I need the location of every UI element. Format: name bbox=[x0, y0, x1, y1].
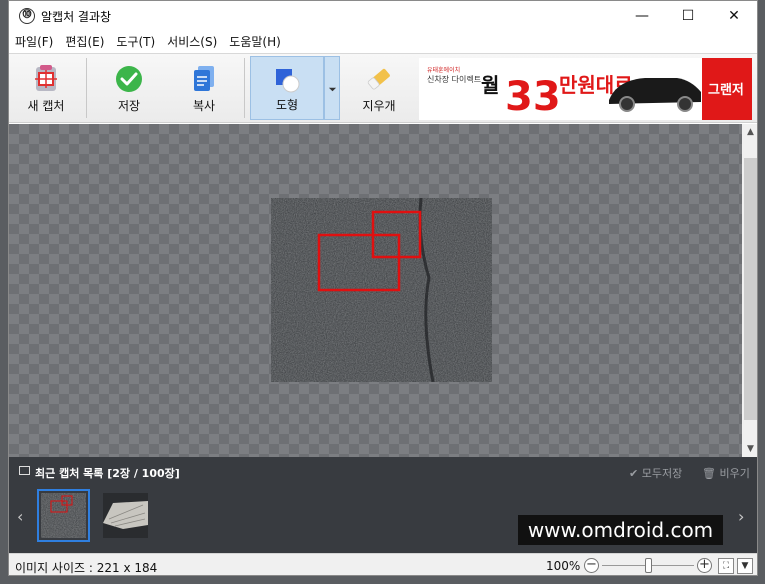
shape-dropdown-button[interactable] bbox=[324, 56, 340, 120]
recent-list-icon bbox=[19, 466, 30, 475]
zoom-in-button[interactable]: + bbox=[697, 558, 712, 573]
checkmark-icon bbox=[116, 66, 142, 92]
thumbnail-strip: ‹ www.omdroid.com › bbox=[9, 483, 757, 553]
save-all-button[interactable]: ✔ 모두저장 bbox=[629, 465, 682, 481]
toolbar: 새 캡처 저장 복사 도형 지우개 유태훈에이치 신차장 다이렉트 월 33 만… bbox=[9, 53, 757, 123]
vertical-scrollbar[interactable]: ▲ ▼ bbox=[742, 124, 757, 457]
recent-header: 최근 캡처 목록 [2장 / 100장] ✔ 모두저장 🗑 비우기 bbox=[9, 457, 757, 483]
new-capture-button[interactable]: 새 캡처 bbox=[13, 56, 79, 120]
window-title: 알캡처 결과창 bbox=[41, 10, 112, 24]
ad-tail: 그랜저 bbox=[708, 82, 744, 98]
capture-canvas[interactable] bbox=[9, 124, 742, 457]
menu-help[interactable]: 도움말(H) bbox=[223, 31, 287, 53]
ad-small-line2: 신차장 다이렉트 bbox=[427, 74, 481, 84]
ad-banner[interactable]: 유태훈에이치 신차장 다이렉트 월 33 만원대로 그랜저 bbox=[419, 58, 752, 120]
prev-arrow-icon[interactable]: ‹ bbox=[17, 507, 23, 526]
shape-icon bbox=[276, 69, 300, 93]
toolbar-divider bbox=[86, 58, 87, 118]
maximize-button[interactable]: ☐ bbox=[665, 1, 711, 31]
thumbnail-stone-image bbox=[41, 493, 86, 538]
status-bar: 이미지 사이즈 : 221 x 184 100% − + ⛶ ▼ bbox=[9, 553, 757, 575]
thumbnail-rock-image bbox=[103, 493, 148, 538]
menu-services[interactable]: 서비스(S) bbox=[161, 31, 223, 53]
next-arrow-icon[interactable]: › bbox=[738, 507, 744, 526]
scroll-down-arrow-icon[interactable]: ▼ bbox=[742, 441, 757, 457]
zoom-out-button[interactable]: − bbox=[584, 558, 599, 573]
ad-small-line1: 유태훈에이치 bbox=[427, 66, 460, 74]
car-wheel bbox=[619, 96, 635, 112]
scroll-up-arrow-icon[interactable]: ▲ bbox=[742, 124, 757, 140]
stone-texture-image bbox=[271, 198, 492, 382]
new-capture-icon bbox=[35, 65, 57, 91]
car-wheel bbox=[677, 96, 693, 112]
menu-bar: 파일(F) 편집(E) 도구(T) 서비스(S) 도움말(H) bbox=[9, 31, 757, 53]
title-bar: ⓾ 알캡처 결과창 — ☐ ✕ bbox=[9, 1, 757, 31]
new-capture-label: 새 캡처 bbox=[27, 99, 65, 113]
website-watermark: www.omdroid.com bbox=[518, 515, 723, 545]
zoom-percent: 100% bbox=[546, 559, 581, 573]
copy-label: 복사 bbox=[192, 99, 216, 113]
more-options-button[interactable]: ▼ bbox=[737, 558, 753, 574]
app-logo-icon: ⓾ bbox=[19, 8, 35, 24]
shape-button[interactable]: 도형 bbox=[250, 56, 324, 120]
capture-result-window: ⓾ 알캡처 결과창 — ☐ ✕ 파일(F) 편집(E) 도구(T) 서비스(S)… bbox=[8, 0, 758, 576]
minimize-button[interactable]: — bbox=[619, 1, 665, 31]
shape-label: 도형 bbox=[275, 98, 299, 112]
ad-number: 33 bbox=[505, 74, 561, 120]
clear-button[interactable]: 🗑 비우기 bbox=[702, 465, 750, 481]
image-size-label: 이미지 사이즈 : 221 x 184 bbox=[15, 561, 158, 575]
eraser-label: 지우개 bbox=[362, 99, 396, 113]
save-button[interactable]: 저장 bbox=[97, 56, 161, 120]
ad-banner-graphic: 유태훈에이치 신차장 다이렉트 월 33 만원대로 그랜저 bbox=[419, 58, 752, 120]
copy-button[interactable]: 복사 bbox=[171, 56, 237, 120]
toolbar-divider bbox=[244, 58, 245, 118]
thumbnail-2[interactable] bbox=[99, 489, 152, 542]
scroll-thumb[interactable] bbox=[744, 158, 757, 420]
ad-prefix: 월 bbox=[481, 73, 499, 97]
copy-document-icon bbox=[194, 66, 214, 91]
captured-image[interactable] bbox=[271, 198, 492, 382]
eraser-button[interactable]: 지우개 bbox=[347, 56, 411, 120]
menu-edit[interactable]: 편집(E) bbox=[59, 31, 110, 53]
close-button[interactable]: ✕ bbox=[711, 1, 757, 31]
menu-tools[interactable]: 도구(T) bbox=[110, 31, 161, 53]
recent-captures-panel: 최근 캡처 목록 [2장 / 100장] ✔ 모두저장 🗑 비우기 ‹ www.… bbox=[9, 457, 757, 553]
thumbnail-1[interactable] bbox=[37, 489, 90, 542]
save-label: 저장 bbox=[117, 99, 141, 113]
zoom-slider-handle[interactable] bbox=[645, 558, 652, 573]
fit-to-window-button[interactable]: ⛶ bbox=[718, 558, 734, 574]
eraser-icon bbox=[367, 68, 390, 90]
recent-title: 최근 캡처 목록 [2장 / 100장] bbox=[35, 467, 180, 480]
menu-file[interactable]: 파일(F) bbox=[9, 31, 59, 53]
caret-down-icon bbox=[328, 87, 337, 92]
